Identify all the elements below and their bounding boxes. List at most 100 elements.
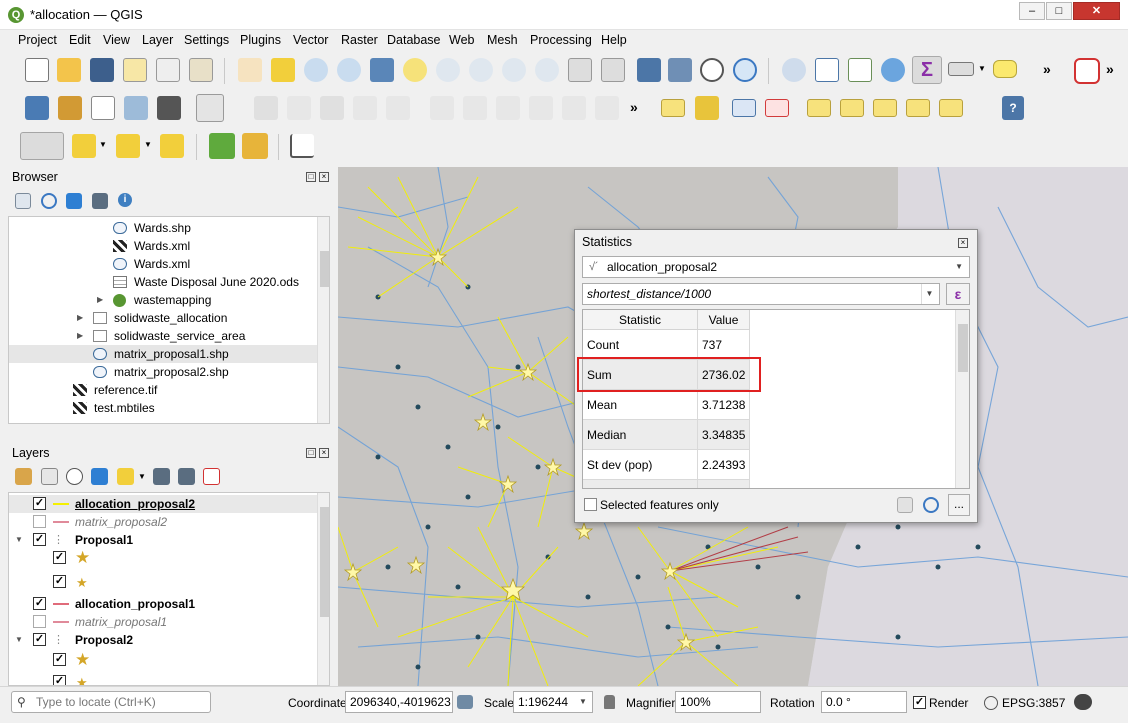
data-source-manager-icon[interactable] (25, 96, 49, 120)
list-item[interactable]: ▶ solidwaste_allocation (9, 309, 319, 327)
add-line-feature-icon[interactable] (353, 96, 377, 120)
zoom-to-selection-icon[interactable] (403, 58, 427, 82)
toolbar-overflow-icon[interactable]: » (1106, 61, 1114, 77)
layer-label[interactable]: Proposal2 (75, 633, 133, 647)
undo-icon[interactable] (595, 96, 619, 120)
identify-features-icon[interactable] (782, 58, 806, 82)
selected-features-only-checkbox[interactable] (584, 498, 597, 511)
collapse-all-icon[interactable] (92, 193, 108, 209)
table-cell[interactable]: St dev (pop) (583, 450, 698, 480)
collapse-arrow-icon[interactable]: ▼ (15, 535, 23, 544)
manage-themes-icon[interactable] (66, 468, 83, 485)
filter-legend-icon[interactable] (91, 468, 108, 485)
maximize-button[interactable]: □ (1046, 2, 1072, 20)
close-panel-icon[interactable]: × (319, 172, 329, 182)
toggle-edit-icon[interactable] (287, 96, 311, 120)
modify-attributes-icon[interactable] (430, 96, 454, 120)
table-cell[interactable]: 3.34835 (698, 420, 750, 450)
new-spatial-bookmark-icon[interactable] (637, 58, 661, 82)
menu-raster[interactable]: Raster (341, 33, 378, 47)
zoom-last-icon[interactable] (502, 58, 526, 82)
open-project-icon[interactable] (57, 58, 81, 82)
layer-label[interactable]: matrix_proposal2 (75, 515, 167, 529)
table-cell[interactable]: 737 (698, 330, 750, 360)
zoom-native-resolution-icon[interactable] (469, 58, 493, 82)
layer-select[interactable]: √´ allocation_proposal2 ▼ (582, 256, 970, 278)
category-visibility-checkbox[interactable]: ✓ (53, 675, 66, 685)
measure-line-icon[interactable] (948, 62, 974, 76)
show-hide-labels-icon[interactable] (840, 99, 864, 117)
pin-labels-icon[interactable] (807, 99, 831, 117)
temporal-controller-icon[interactable] (700, 58, 724, 82)
digitize-shape-icon[interactable] (1074, 58, 1100, 84)
zoom-in-icon[interactable] (304, 58, 328, 82)
scrollbar-thumb[interactable] (320, 251, 329, 287)
expand-arrow-icon[interactable]: ▶ (77, 309, 83, 327)
open-field-calculator-icon[interactable] (848, 58, 872, 82)
chevron-down-icon[interactable]: ▼ (144, 140, 152, 149)
info-icon[interactable]: i (118, 193, 132, 207)
cut-features-icon[interactable] (496, 96, 520, 120)
menu-processing[interactable]: Processing (530, 33, 592, 47)
add-group-icon[interactable] (41, 468, 58, 485)
rotate-label-icon[interactable] (906, 99, 930, 117)
menu-view[interactable]: View (103, 33, 130, 47)
new-map-view-icon[interactable] (568, 58, 592, 82)
list-item[interactable]: Wards.xml (9, 237, 319, 255)
chevron-down-icon[interactable]: ▼ (138, 472, 146, 481)
menu-help[interactable]: Help (601, 33, 627, 47)
layer-visibility-checkbox[interactable]: ✓ (33, 597, 46, 610)
new-shapefile-layer-icon[interactable] (91, 96, 115, 120)
scrollbar-thumb[interactable] (320, 507, 329, 617)
open-attribute-table-icon[interactable] (815, 58, 839, 82)
layer-label[interactable]: allocation_proposal2 (75, 497, 195, 511)
expand-arrow-icon[interactable]: ▶ (97, 291, 103, 309)
filter-by-expression-icon[interactable] (117, 468, 134, 485)
save-project-icon[interactable] (90, 58, 114, 82)
remove-layer-icon[interactable] (203, 468, 220, 485)
render-checkbox[interactable]: ✓ (913, 696, 926, 709)
zoom-out-icon[interactable] (337, 58, 361, 82)
style-manager-icon[interactable] (189, 58, 213, 82)
deselect-features-icon[interactable] (116, 134, 140, 158)
list-item[interactable]: Wards.shp (9, 219, 319, 237)
zoom-full-icon[interactable] (370, 58, 394, 82)
toggle-label-display-icon[interactable] (765, 99, 789, 117)
expand-all-icon[interactable] (153, 468, 170, 485)
select-by-location-icon[interactable] (160, 134, 184, 158)
menu-plugins[interactable]: Plugins (240, 33, 281, 47)
table-header-statistic[interactable]: Statistic (583, 310, 698, 330)
field-expression-select[interactable]: shortest_distance/1000 ▼ (582, 283, 940, 305)
layers-scrollbar[interactable] (317, 493, 329, 685)
layer-visibility-checkbox[interactable]: ✓ (33, 633, 46, 646)
table-cell[interactable]: 3.71238 (698, 390, 750, 420)
messages-icon[interactable] (1074, 694, 1092, 710)
zoom-next-icon[interactable] (535, 58, 559, 82)
close-panel-icon[interactable]: × (319, 448, 329, 458)
layer-label[interactable]: allocation_proposal1 (75, 597, 195, 611)
category-visibility-checkbox[interactable]: ✓ (53, 653, 66, 666)
new-project-icon[interactable] (25, 58, 49, 82)
refresh-icon[interactable] (41, 193, 57, 209)
menu-layer[interactable]: Layer (142, 33, 173, 47)
zoom-to-layer-icon[interactable] (436, 58, 460, 82)
filter-icon[interactable] (66, 193, 82, 209)
table-header-value[interactable]: Value (698, 310, 750, 330)
locator-search-input[interactable]: ⚲ Type to locate (Ctrl+K) (11, 691, 211, 713)
qgis-plugin-icon[interactable] (242, 133, 268, 159)
table-cell[interactable]: 2.24393 (698, 450, 750, 480)
locate-icon[interactable] (209, 133, 235, 159)
change-label-properties-icon[interactable] (939, 99, 963, 117)
table-cell[interactable]: 2736.02 (698, 360, 750, 390)
select-features-icon[interactable] (20, 132, 64, 160)
processing-toolbox-icon[interactable] (881, 58, 905, 82)
crs-label[interactable]: EPSG:3857 (1002, 696, 1065, 710)
layer-visibility-checkbox[interactable] (33, 515, 46, 528)
map-tips-icon[interactable] (993, 60, 1017, 78)
list-item[interactable]: matrix_proposal2.shp (9, 363, 319, 381)
scrollbar-thumb[interactable] (958, 324, 968, 372)
layer-visibility-checkbox[interactable]: ✓ (33, 497, 46, 510)
layer-diagram-options-icon[interactable] (695, 96, 719, 120)
select-by-expression-icon[interactable] (72, 134, 96, 158)
collapse-arrow-icon[interactable]: ▼ (15, 635, 23, 644)
